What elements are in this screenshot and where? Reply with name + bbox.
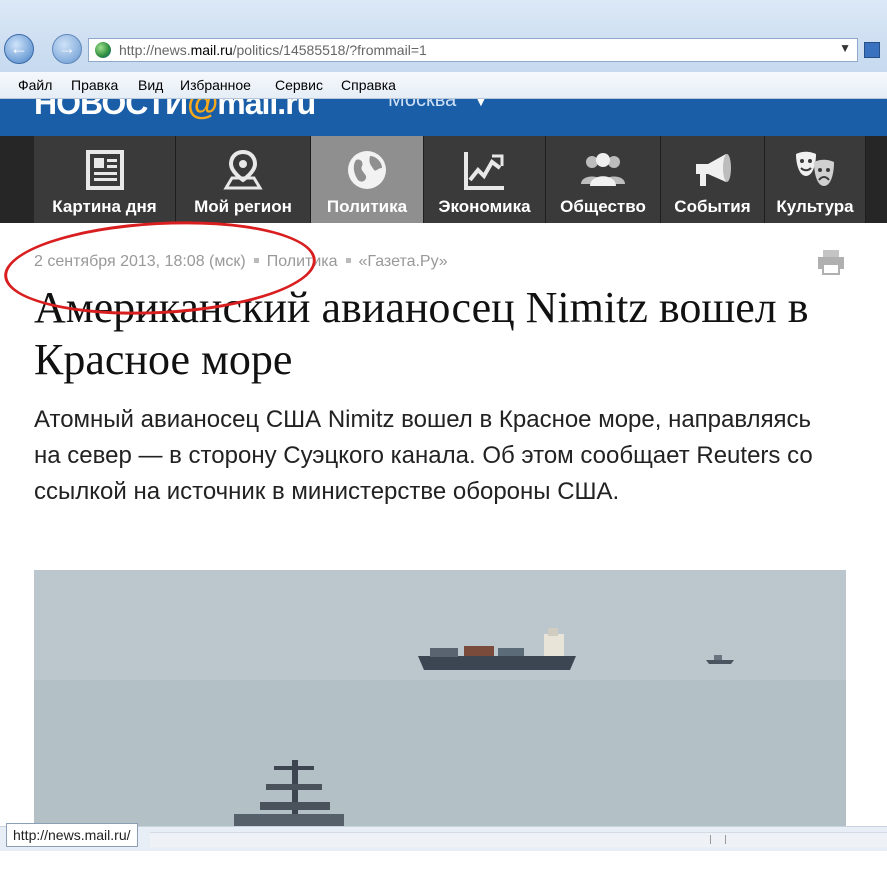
rubric-kartina-dnya[interactable]: Картина дня	[34, 136, 176, 223]
rubric-politika[interactable]: Политика	[311, 136, 424, 223]
city-dropdown-icon[interactable]: ▼	[474, 99, 488, 109]
rubric-label: Экономика	[438, 197, 531, 216]
horizontal-scrollbar[interactable]	[150, 832, 887, 847]
rubric-label: Общество	[560, 197, 646, 216]
menu-file[interactable]: Файл	[18, 77, 52, 93]
menu-help[interactable]: Справка	[341, 77, 396, 93]
site-header: НОВОСТИ@mail.ru Москва ▼	[0, 99, 887, 136]
article-source-link[interactable]: «Газета.Ру»	[359, 253, 448, 270]
separator-dot	[253, 258, 259, 263]
menu-favorites[interactable]: Избранное	[180, 77, 251, 93]
browser-titlebar: ← → http://news.mail.ru/politics/1458551…	[0, 0, 887, 72]
map-pin-icon	[223, 149, 263, 190]
menu-bar: Файл Правка Вид Избранное Сервис Справка	[0, 72, 887, 99]
city-selector[interactable]: Москва	[388, 99, 456, 112]
masks-icon	[796, 151, 834, 186]
rubric-label: Политика	[326, 197, 408, 216]
menu-view[interactable]: Вид	[138, 77, 163, 93]
rubric-ekonomika[interactable]: Экономика	[424, 136, 546, 223]
compat-view-icon[interactable]	[864, 42, 880, 58]
article-photo	[34, 570, 846, 830]
megaphone-icon	[695, 154, 731, 186]
chart-icon	[463, 152, 504, 190]
menu-edit[interactable]: Правка	[71, 77, 118, 93]
rubric-moy-region[interactable]: Мой регион	[176, 136, 311, 223]
rubric-label: Культура	[776, 197, 854, 216]
page-globe-icon	[95, 42, 111, 58]
rubric-kultura[interactable]: Культура	[765, 136, 866, 223]
rubric-nav: Картина дня Мой регион Политика Экономик…	[0, 136, 887, 223]
address-url: http://news.mail.ru/politics/14585518/?f…	[119, 42, 427, 58]
forward-button[interactable]: →	[52, 34, 82, 64]
address-dropdown-icon[interactable]: ▼	[839, 41, 851, 55]
article-section-link[interactable]: Политика	[267, 253, 338, 270]
back-button[interactable]: ←	[4, 34, 34, 64]
article-meta: 2 сентября 2013, 18:08 (мск) Политика «Газ…	[34, 253, 448, 271]
status-url-tooltip: http://news.mail.ru/	[6, 823, 138, 847]
rubric-label: Картина дня	[52, 197, 157, 216]
article-date: 2 сентября 2013, 18:08 (мск)	[34, 253, 246, 270]
rubric-obshchestvo[interactable]: Общество	[546, 136, 661, 223]
address-bar[interactable]: http://news.mail.ru/politics/14585518/?f…	[88, 38, 858, 62]
globe-icon	[348, 151, 386, 189]
site-logo[interactable]: НОВОСТИ@mail.ru	[34, 99, 316, 122]
rubric-label: События	[674, 197, 751, 216]
menu-tools[interactable]: Сервис	[275, 77, 323, 93]
sea-ships-image	[34, 570, 846, 830]
article-lead: Атомный авианосец США Nimitz вошел в Кра…	[34, 406, 813, 505]
separator-dot	[345, 258, 351, 263]
newspaper-icon	[85, 150, 124, 190]
print-icon[interactable]	[816, 248, 846, 276]
scrollbar-thumb[interactable]	[710, 835, 726, 844]
article-headline: Американский авианосец Nimitz вошел в Кр…	[34, 283, 809, 384]
rubric-sobytiya[interactable]: События	[661, 136, 765, 223]
people-icon	[581, 153, 625, 186]
rubric-label: Мой регион	[194, 197, 292, 216]
